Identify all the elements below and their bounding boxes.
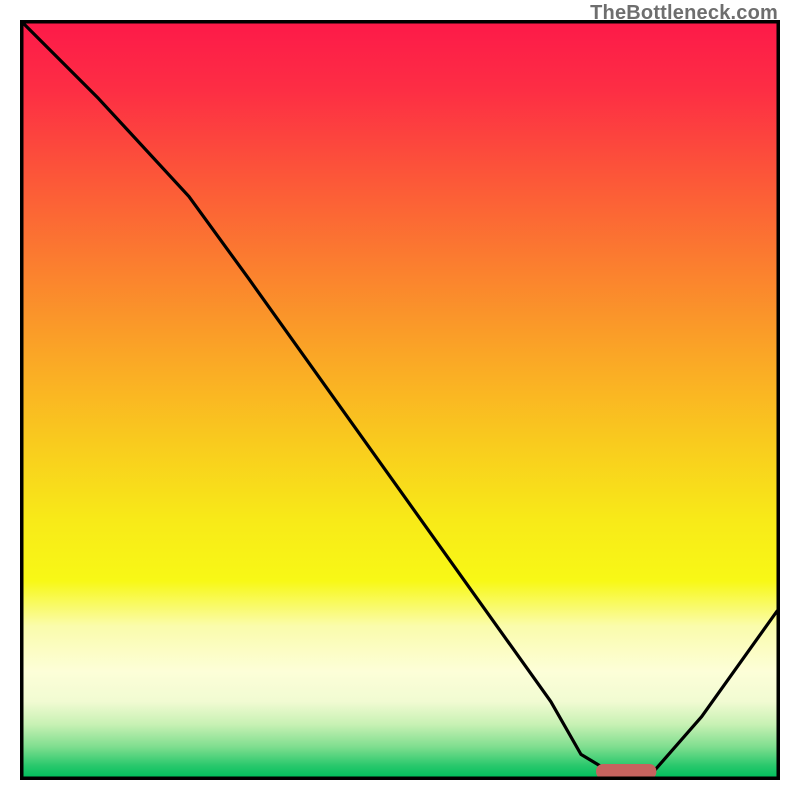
gradient-background <box>23 23 777 777</box>
chart-frame <box>20 20 780 780</box>
bottleneck-chart <box>20 20 780 780</box>
